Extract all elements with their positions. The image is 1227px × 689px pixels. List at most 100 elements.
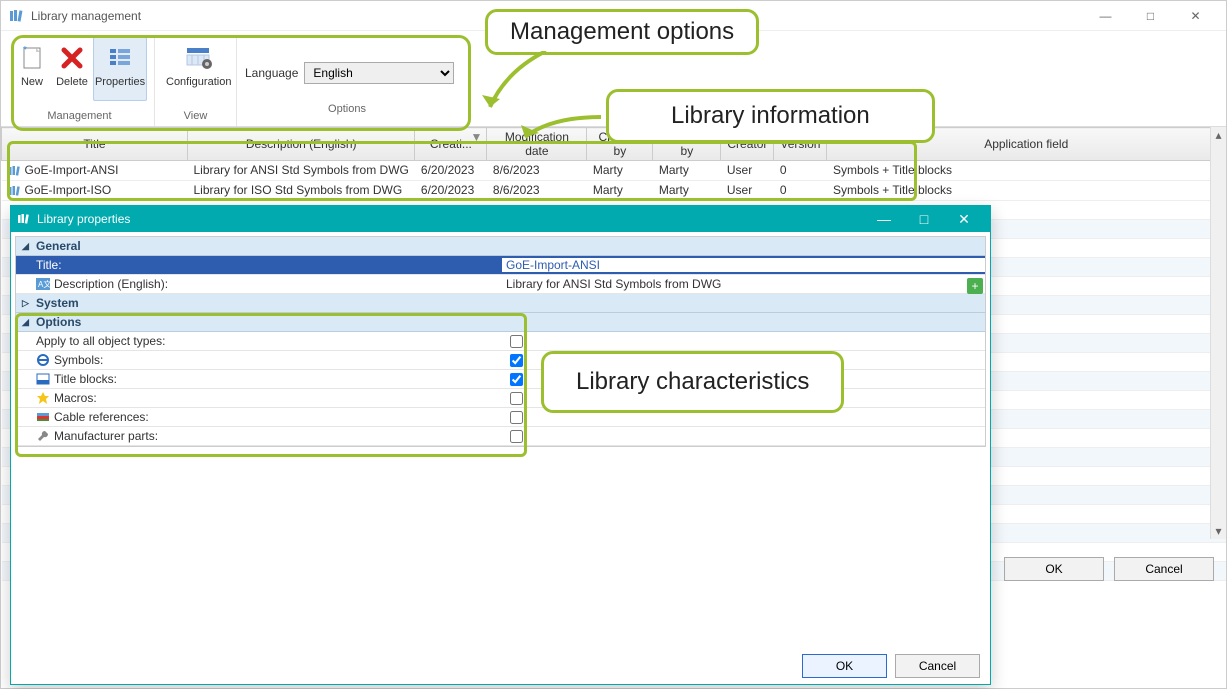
window-title: Library management: [31, 9, 1083, 23]
macros-icon: [36, 391, 50, 405]
col-created-by[interactable]: Created by: [587, 128, 653, 161]
manuf-parts-checkbox[interactable]: [510, 430, 523, 443]
prop-title-label: Title:: [16, 258, 502, 272]
col-creator[interactable]: Creator: [721, 128, 774, 161]
props-footer: OK Cancel: [802, 654, 980, 678]
props-cancel-button[interactable]: Cancel: [895, 654, 980, 678]
cell-modified-by: Marty: [653, 180, 721, 200]
properties-icon: [104, 42, 136, 74]
props-close-button[interactable]: ✕: [944, 211, 984, 228]
prop-desc-value[interactable]: Library for ANSI Std Symbols from DWG +: [502, 277, 985, 291]
section-options-label: Options: [36, 315, 81, 329]
properties-label: Properties: [95, 76, 145, 88]
main-ok-button[interactable]: OK: [1004, 557, 1104, 581]
cable-refs-checkbox[interactable]: [510, 411, 523, 424]
manuf-parts-label: Manufacturer parts:: [16, 429, 502, 443]
cell-application-field: Symbols + Title blocks: [827, 161, 1226, 181]
props-title: Library properties: [37, 212, 864, 226]
prop-row-description[interactable]: A文Description (English): Library for ANS…: [16, 275, 985, 294]
cable-refs-label: Cable references:: [16, 410, 502, 424]
main-dialog-footer: OK Cancel: [1004, 557, 1214, 581]
cell-version: 0: [774, 161, 827, 181]
cell-version: 0: [774, 180, 827, 200]
prop-row-cable-refs[interactable]: Cable references:: [16, 408, 985, 427]
props-maximize-button[interactable]: □: [904, 211, 944, 227]
delete-icon: [56, 42, 88, 74]
window-controls: — □ ✕: [1083, 2, 1218, 30]
prop-row-macros[interactable]: Macros:: [16, 389, 985, 408]
wrench-icon: [36, 429, 50, 443]
cell-creation: 6/20/2023: [415, 180, 487, 200]
minimize-button[interactable]: —: [1083, 2, 1128, 30]
cell-title: GoE-Import-ANSI: [25, 163, 119, 177]
cell-creator: User: [721, 161, 774, 181]
collapse-icon: ◢: [22, 317, 34, 328]
title-blocks-checkbox[interactable]: [510, 373, 523, 386]
section-general[interactable]: ◢General: [16, 237, 985, 256]
scroll-down-button[interactable]: ▾: [1211, 523, 1226, 539]
ribbon-group-view: Configuration View: [155, 35, 237, 126]
col-application-field[interactable]: Application field: [827, 128, 1226, 161]
configuration-icon: [183, 42, 215, 74]
col-creation-text: Creati...: [430, 137, 472, 151]
configuration-button[interactable]: Configuration: [163, 37, 234, 101]
prop-desc-label: A文Description (English):: [16, 277, 502, 291]
cell-creation: 6/20/2023: [415, 161, 487, 181]
props-ok-button[interactable]: OK: [802, 654, 887, 678]
prop-row-title-blocks[interactable]: Title blocks:: [16, 370, 985, 389]
prop-row-symbols[interactable]: Symbols:: [16, 351, 985, 370]
new-icon: *: [16, 42, 48, 74]
section-system-label: System: [36, 296, 79, 310]
col-title[interactable]: Title: [2, 128, 188, 161]
collapse-icon: ◢: [22, 241, 34, 252]
col-modified-by[interactable]: Modified by: [653, 128, 721, 161]
cell-title: GoE-Import-ISO: [25, 183, 112, 197]
library-row-icon: [8, 164, 22, 178]
prop-desc-value-text: Library for ANSI Std Symbols from DWG: [506, 277, 721, 291]
table-row[interactable]: GoE-Import-ANSI Library for ANSI Std Sym…: [2, 161, 1226, 181]
section-general-label: General: [36, 239, 81, 253]
new-button[interactable]: * New: [13, 37, 51, 101]
library-row-icon: [8, 184, 22, 198]
cell-description: Library for ANSI Std Symbols from DWG: [188, 161, 415, 181]
section-system[interactable]: ▷System: [16, 294, 985, 313]
col-modification[interactable]: Modification date: [487, 128, 587, 161]
prop-row-manuf-parts[interactable]: Manufacturer parts:: [16, 427, 985, 446]
ribbon-group-options: Language English Options: [237, 35, 457, 126]
col-creation[interactable]: Creati...▼: [415, 128, 487, 161]
main-titlebar: Library management — □ ✕: [1, 1, 1226, 31]
ribbon-group-management: * New Delete Properties Management: [5, 35, 155, 126]
props-minimize-button[interactable]: —: [864, 211, 904, 227]
col-version[interactable]: Version: [774, 128, 827, 161]
properties-button[interactable]: Properties: [93, 37, 147, 101]
sort-desc-icon: ▼: [471, 130, 483, 144]
maximize-button[interactable]: □: [1128, 2, 1173, 30]
svg-text:A文: A文: [38, 279, 50, 289]
vertical-scrollbar[interactable]: ▴ ▾: [1210, 127, 1226, 539]
props-titlebar: Library properties — □ ✕: [11, 206, 990, 232]
col-description[interactable]: Description (English): [188, 128, 415, 161]
prop-row-apply-all[interactable]: Apply to all object types:: [16, 332, 985, 351]
main-cancel-button[interactable]: Cancel: [1114, 557, 1214, 581]
scroll-up-button[interactable]: ▴: [1211, 127, 1226, 143]
cable-refs-icon: [36, 410, 50, 424]
add-language-button[interactable]: +: [967, 278, 983, 294]
title-blocks-label: Title blocks:: [16, 372, 502, 386]
prop-row-title[interactable]: Title: GoE-Import-ANSI: [16, 256, 985, 275]
configuration-label: Configuration: [166, 76, 231, 88]
apply-all-checkbox[interactable]: [510, 335, 523, 348]
delete-label: Delete: [56, 76, 88, 88]
language-label: Language: [245, 66, 298, 80]
cell-modification: 8/6/2023: [487, 161, 587, 181]
section-options[interactable]: ◢Options: [16, 313, 985, 332]
close-button[interactable]: ✕: [1173, 2, 1218, 30]
cell-application-field: Symbols + Title blocks: [827, 180, 1226, 200]
delete-button[interactable]: Delete: [53, 37, 91, 101]
prop-title-value[interactable]: GoE-Import-ANSI: [502, 258, 985, 272]
title-blocks-label-text: Title blocks:: [54, 372, 117, 386]
cell-modified-by: Marty: [653, 161, 721, 181]
macros-checkbox[interactable]: [510, 392, 523, 405]
table-row[interactable]: GoE-Import-ISO Library for ISO Std Symbo…: [2, 180, 1226, 200]
symbols-checkbox[interactable]: [510, 354, 523, 367]
language-select[interactable]: English: [304, 62, 454, 84]
